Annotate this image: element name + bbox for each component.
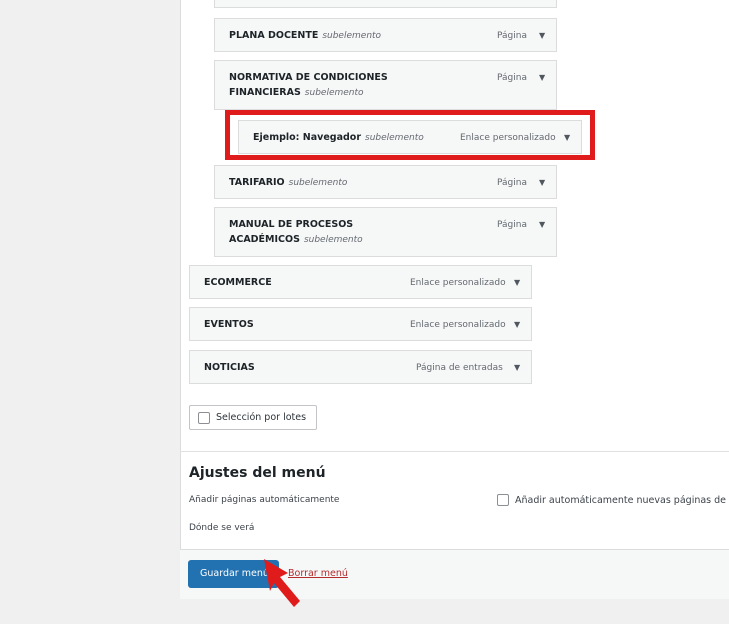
menu-item-noticias[interactable]: NOTICIAS Página de entradas ▼ — [189, 350, 532, 384]
chevron-down-icon[interactable]: ▼ — [514, 363, 520, 372]
menu-item-plana-docente[interactable]: PLANA DOCENTE subelemento Página ▼ — [214, 18, 557, 52]
section-divider — [180, 451, 729, 452]
menu-item-title: ECOMMERCE — [204, 277, 272, 288]
red-arrow-pointer-icon — [264, 559, 300, 607]
menu-item-ecommerce[interactable]: ECOMMERCE Enlace personalizado ▼ — [189, 265, 532, 299]
menu-item-subtitle: subelemento — [288, 178, 348, 188]
menu-item-title-line2: FINANCIERAS — [229, 87, 301, 98]
chevron-down-icon[interactable]: ▼ — [514, 320, 520, 329]
auto-add-option-label[interactable]: Añadir automáticamente nuevas páginas de… — [515, 495, 729, 506]
menu-item-normativa[interactable]: NORMATIVA DE CONDICIONES FINANCIERAS sube… — [214, 60, 557, 110]
bulk-select-checkbox[interactable] — [198, 412, 210, 424]
bulk-select-button[interactable]: Selección por lotes — [189, 405, 317, 430]
menu-item-title: TARIFARIO — [229, 177, 285, 188]
chevron-down-icon[interactable]: ▼ — [539, 220, 545, 229]
bulk-select-label: Selección por lotes — [216, 412, 307, 423]
auto-add-label: Añadir páginas automáticamente — [189, 495, 340, 505]
menu-item-title-line1: MANUAL DE PROCESOS — [229, 219, 354, 230]
auto-add-checkbox[interactable] — [497, 494, 509, 506]
menu-item-subtitle: subelemento — [304, 88, 364, 98]
chevron-down-icon[interactable]: ▼ — [539, 31, 545, 40]
menu-item-type: Página — [497, 178, 527, 188]
menu-item-type: Enlace personalizado — [410, 278, 506, 288]
menu-item-title: EVENTOS — [204, 319, 254, 330]
highlight-box — [225, 110, 595, 160]
menu-item-eventos[interactable]: EVENTOS Enlace personalizado ▼ — [189, 307, 532, 341]
chevron-down-icon[interactable]: ▼ — [539, 178, 545, 187]
menu-item-type: Página — [497, 220, 527, 230]
menu-item-type: Página — [497, 73, 527, 83]
menu-item-manual-procesos[interactable]: MANUAL DE PROCESOS ACADÉMICOS subelemento… — [214, 207, 557, 257]
chevron-down-icon[interactable]: ▼ — [514, 278, 520, 287]
menu-settings-heading: Ajustes del menú — [189, 465, 326, 481]
menu-item-title-line2: ACADÉMICOS — [229, 234, 300, 245]
menu-item-top-edge — [214, 0, 557, 8]
menu-item-title: NOTICIAS — [204, 362, 255, 373]
menu-item-title-line1: NORMATIVA DE CONDICIONES — [229, 72, 388, 83]
display-location-label: Dónde se verá — [189, 523, 255, 533]
menu-item-type: Enlace personalizado — [410, 320, 506, 330]
menu-item-type: Página — [497, 31, 527, 41]
menu-item-title: PLANA DOCENTE — [229, 30, 319, 41]
menu-item-subtitle: subelemento — [322, 31, 382, 41]
chevron-down-icon[interactable]: ▼ — [539, 73, 545, 82]
menu-item-tarifario[interactable]: TARIFARIO subelemento Página ▼ — [214, 165, 557, 199]
menu-item-type: Página de entradas — [416, 363, 503, 373]
menu-item-subtitle: subelemento — [303, 235, 363, 245]
